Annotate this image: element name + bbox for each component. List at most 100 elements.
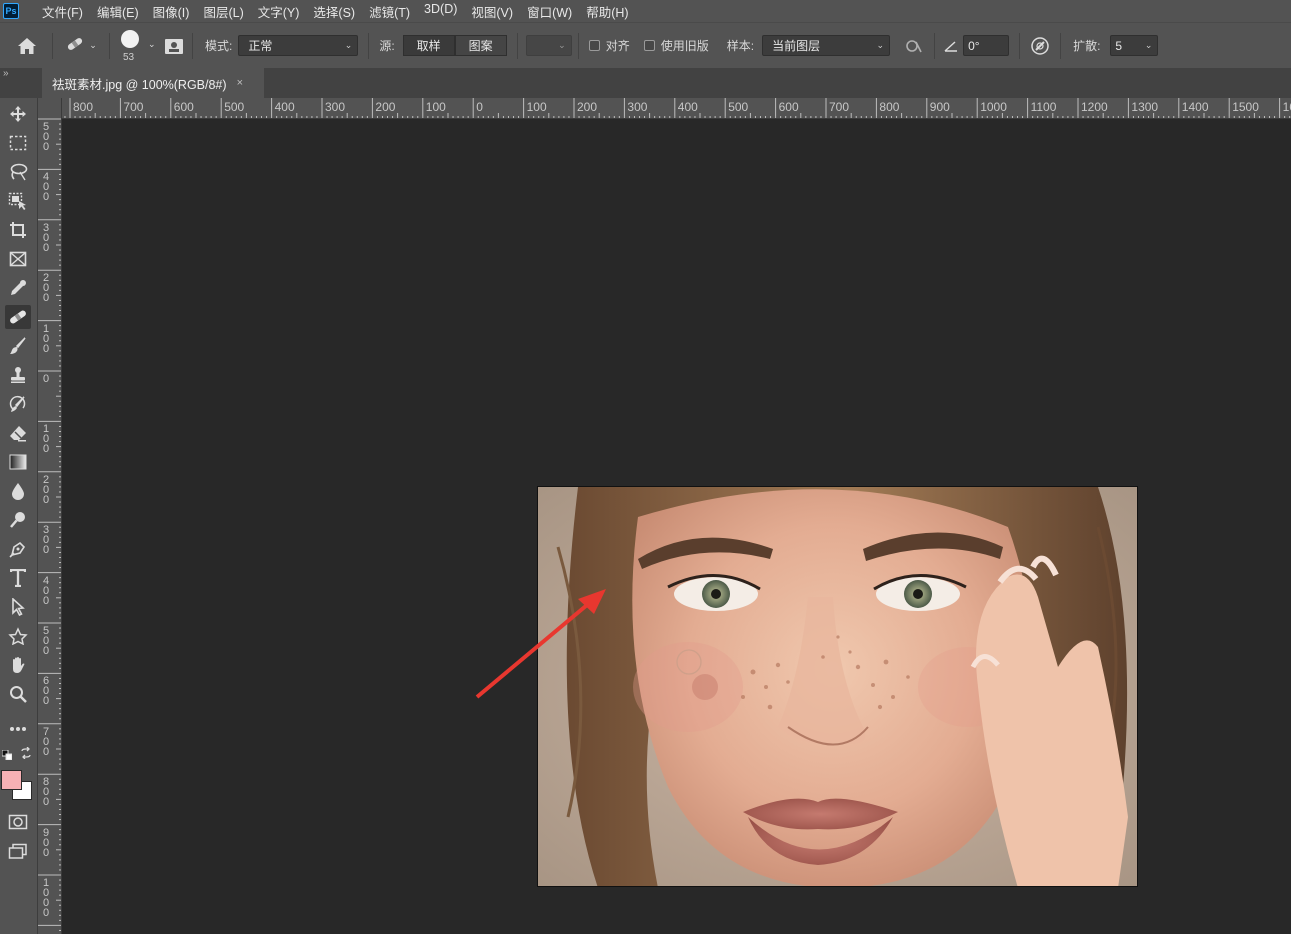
chevron-down-icon: ⌄ (1144, 40, 1153, 50)
ruler-label: 900 (929, 100, 950, 114)
default-colors-icon[interactable] (1, 749, 13, 761)
eraser-icon[interactable] (5, 421, 31, 445)
ruler-label: 1200 (1081, 100, 1108, 114)
shape-icon[interactable] (5, 624, 31, 648)
ruler-label: 16 (1282, 100, 1291, 114)
angle-value: 0° (968, 38, 980, 53)
blur-icon[interactable] (5, 479, 31, 503)
zoom-icon[interactable] (5, 682, 31, 706)
collapse-panels-icon[interactable]: » (3, 68, 9, 79)
lasso-icon[interactable] (5, 160, 31, 184)
menu-filter[interactable]: 滤镜(T) (362, 2, 417, 21)
menu-type[interactable]: 文字(Y) (251, 2, 307, 21)
ruler-label: 200 (577, 100, 598, 114)
separator (192, 32, 193, 59)
ruler-label: 500 (728, 100, 749, 114)
mode-dropdown[interactable]: 正常 ⌄ (238, 35, 359, 56)
hand-icon[interactable] (5, 653, 31, 677)
pattern-picker[interactable]: ⌄ (525, 35, 572, 56)
menu-items: 文件(F) 编辑(E) 图像(I) 图层(L) 文字(Y) 选择(S) 滤镜(T… (35, 2, 636, 21)
ruler-label: 400 (42, 171, 50, 204)
ruler-label: 700 (829, 100, 850, 114)
aligned-checkbox[interactable]: 对齐 (588, 37, 630, 54)
home-icon[interactable] (8, 26, 46, 66)
aligned-label: 对齐 (605, 39, 630, 53)
aligned-checkbox-box[interactable] (588, 40, 600, 51)
ruler-label: 1400 (1181, 100, 1209, 114)
dodge-icon[interactable] (5, 508, 31, 532)
brush-picker[interactable]: 53 ⌄ (116, 26, 162, 66)
ruler-label: 1500 (1232, 100, 1259, 114)
brush-size: 53 (123, 51, 135, 63)
clone-stamp-icon[interactable] (5, 363, 31, 387)
source-sampled-button[interactable]: 取样 (402, 35, 455, 56)
document-tab[interactable]: 祛斑素材.jpg @ 100%(RGB/8#) × (42, 68, 264, 98)
history-brush-icon[interactable] (5, 392, 31, 416)
menu-3d[interactable]: 3D(D) (417, 2, 464, 21)
move-icon[interactable] (5, 102, 31, 126)
chevron-down-icon: ⌄ (89, 40, 97, 50)
menu-image[interactable]: 图像(I) (146, 2, 197, 21)
canvas-area[interactable] (62, 119, 1291, 934)
clone-source-panel-icon[interactable] (162, 34, 186, 58)
separator (516, 32, 518, 59)
menu-layer[interactable]: 图层(L) (196, 2, 250, 21)
sample-dropdown[interactable]: 当前图层 ⌄ (762, 35, 891, 56)
ruler-label: 100 (42, 423, 50, 456)
use-legacy-checkbox-box[interactable] (643, 40, 655, 51)
menu-select[interactable]: 选择(S) (306, 2, 362, 21)
tool-preset-picker[interactable]: ⌄ (59, 31, 103, 61)
ignore-adjustment-layers-icon[interactable] (900, 34, 928, 58)
pen-icon[interactable] (5, 537, 31, 561)
source-label: 源: (379, 39, 395, 53)
ruler-label: 600 (173, 100, 194, 114)
marquee-icon[interactable] (5, 131, 31, 155)
diffusion-value: 5 (1115, 38, 1123, 53)
ruler-label: 300 (42, 524, 50, 557)
more-icon[interactable] (5, 717, 31, 741)
brush-icon[interactable] (5, 334, 31, 358)
source-pattern-button[interactable]: 图案 (454, 35, 507, 56)
angle-input[interactable]: 0° (963, 35, 1010, 56)
ruler-label: 700 (123, 100, 144, 114)
screen-mode-icon[interactable] (5, 839, 31, 863)
separator (577, 32, 579, 59)
diffusion-dropdown[interactable]: 5 ⌄ (1110, 35, 1159, 56)
eyedropper-icon[interactable] (5, 276, 31, 300)
ruler-label: 500 (42, 121, 50, 153)
ruler-label: 1300 (1131, 100, 1159, 114)
type-icon[interactable] (5, 566, 31, 590)
document-tab-bar: » 祛斑素材.jpg @ 100%(RGB/8#) × (0, 68, 1291, 98)
use-legacy-checkbox[interactable]: 使用旧版 (643, 37, 709, 54)
ruler-label: 400 (677, 100, 698, 114)
ruler-label: 800 (42, 776, 50, 809)
swap-colors-icon[interactable] (20, 746, 32, 760)
gradient-icon[interactable] (5, 450, 31, 474)
object-select-icon[interactable] (5, 189, 31, 213)
close-icon[interactable]: × (237, 77, 243, 89)
menu-view[interactable]: 视图(V) (464, 2, 520, 21)
pressure-size-icon[interactable] (1026, 34, 1054, 58)
use-legacy-label: 使用旧版 (660, 39, 709, 53)
menu-edit[interactable]: 编辑(E) (90, 2, 146, 21)
app-logo[interactable]: Ps (3, 3, 19, 19)
chevron-down-icon: ⌄ (344, 40, 353, 50)
crop-icon[interactable] (5, 218, 31, 242)
menu-help[interactable]: 帮助(H) (579, 2, 635, 21)
tools-panel (0, 98, 38, 934)
path-select-icon[interactable] (5, 595, 31, 619)
ruler-label: 300 (627, 100, 648, 114)
quick-mask-icon[interactable] (5, 810, 31, 834)
separator (52, 32, 53, 59)
menu-bar: Ps 文件(F) 编辑(E) 图像(I) 图层(L) 文字(Y) 选择(S) 滤… (0, 0, 1291, 22)
menu-window[interactable]: 窗口(W) (520, 2, 579, 21)
sample-label: 样本: (726, 39, 755, 53)
document-image[interactable] (537, 486, 1138, 887)
menu-file[interactable]: 文件(F) (35, 2, 90, 21)
chevron-down-icon: ⌄ (148, 38, 156, 49)
foreground-color-swatch[interactable] (1, 770, 22, 790)
frame-icon[interactable] (5, 247, 31, 271)
ruler-label: 1000 (42, 877, 50, 919)
vertical-ruler: 500 400 300 200 100 0 100 200 300 400 500 600 700 800… (38, 98, 62, 934)
healing-brush-icon[interactable] (5, 305, 31, 329)
